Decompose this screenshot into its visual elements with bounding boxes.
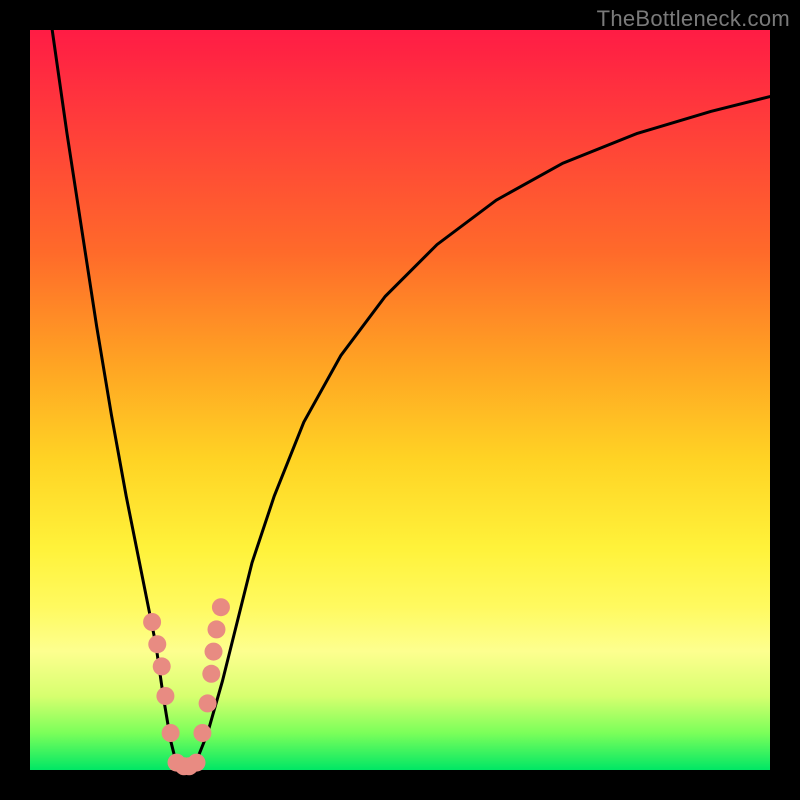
data-point — [205, 643, 223, 661]
data-point — [156, 687, 174, 705]
data-point — [162, 724, 180, 742]
data-point — [202, 665, 220, 683]
data-point — [153, 657, 171, 675]
data-point — [188, 754, 206, 772]
data-point — [207, 620, 225, 638]
data-point — [148, 635, 166, 653]
data-point — [212, 598, 230, 616]
data-point — [143, 613, 161, 631]
data-point — [199, 694, 217, 712]
data-point — [193, 724, 211, 742]
curve-right-branch — [193, 97, 770, 770]
watermark-text: TheBottleneck.com — [597, 6, 790, 32]
chart-frame: TheBottleneck.com — [0, 0, 800, 800]
chart-svg — [0, 0, 800, 800]
